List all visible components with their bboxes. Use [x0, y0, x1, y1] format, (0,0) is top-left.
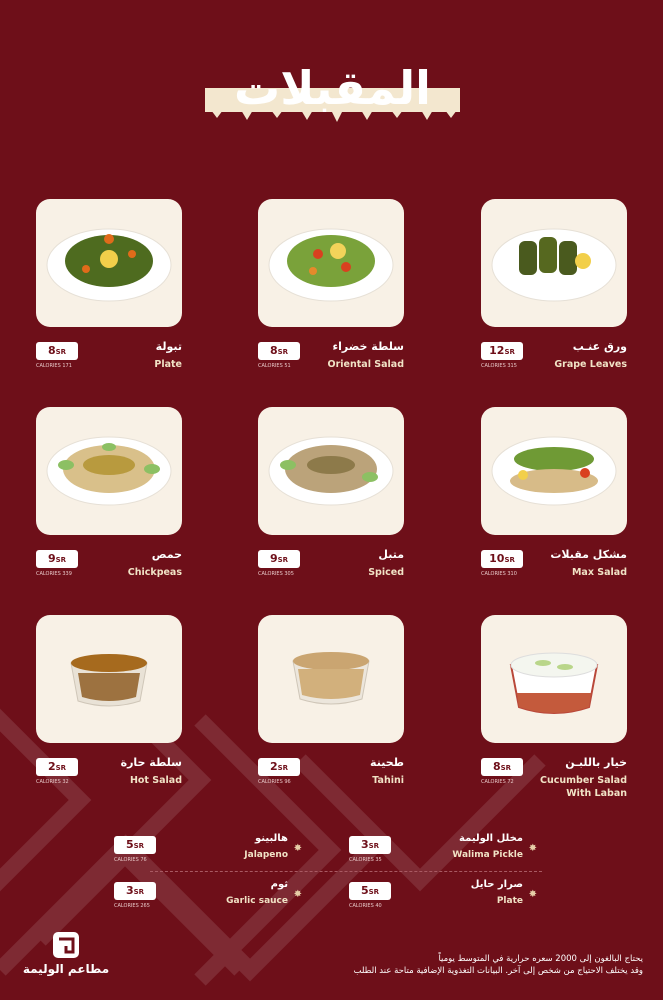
calories-label: CALORIES 315 [481, 363, 517, 369]
dish-photo [481, 199, 627, 327]
calories-label: CALORIES 40 [349, 903, 382, 909]
extra-name-english: Plate [496, 896, 523, 906]
calories-label: CALORIES 32 [36, 779, 69, 785]
dish-name-english: Cucumber Salad With Laban [540, 775, 627, 799]
price-tag: 9SR [258, 550, 300, 568]
page-title-banner: المقبلات [205, 60, 460, 135]
footnote-line-1: يحتاج البالغون إلى 2000 سعره حرارية في ا… [438, 954, 643, 964]
dish-name-english: Max Salad [571, 567, 627, 578]
star-icon: ✸ [293, 889, 302, 900]
dish-photo [36, 199, 182, 327]
calories-label: CALORIES 72 [481, 779, 514, 785]
restaurant-logo: مطاعم الوليمة [21, 930, 111, 980]
extra-name-english: Walima Pickle [452, 850, 523, 860]
star-icon: ✸ [528, 843, 537, 854]
page-title: المقبلات [234, 61, 431, 115]
calories-label: CALORIES 171 [36, 363, 72, 369]
calories-label: CALORIES 96 [258, 779, 291, 785]
calories-label: CALORIES 51 [258, 363, 291, 369]
calories-label: CALORIES 76 [114, 857, 147, 863]
dish-name-arabic: خيار باللبـن [565, 756, 627, 769]
dish-name-english: Oriental Salad [327, 359, 404, 370]
dish-name-arabic: سلطة حارة [120, 756, 182, 769]
dish-name-arabic: متبل [378, 548, 404, 561]
price-tag: 12SR [481, 342, 523, 360]
extra-name-arabic: صرار حايل [470, 879, 523, 890]
dish-photo [36, 615, 182, 743]
price-tag: 2SR [36, 758, 78, 776]
price-tag: 8SR [36, 342, 78, 360]
dish-name-arabic: حمص [151, 548, 182, 561]
dish-photo [481, 407, 627, 535]
price-tag: 8SR [258, 342, 300, 360]
price-tag: 3SR [349, 836, 391, 854]
calories-label: CALORIES 35 [349, 857, 382, 863]
extra-item-walima-pickle[interactable]: 3SR CALORIES 35 مخلل الوليمة Walima Pick… [349, 832, 537, 872]
extra-name-arabic: هالبينو [255, 833, 288, 844]
dish-name-arabic: مشكل مقبلات [550, 548, 627, 561]
dish-name-english: Hot Salad [129, 775, 182, 786]
price-tag: 5SR [349, 882, 391, 900]
dish-name-arabic: ورق عنـب [572, 340, 627, 353]
dish-photo [258, 615, 404, 743]
price-tag: 3SR [114, 882, 156, 900]
dish-name-english: Grape Leaves [554, 359, 627, 370]
price-tag: 9SR [36, 550, 78, 568]
dish-photo [481, 615, 627, 743]
dish-name-english: Spiced [368, 567, 404, 578]
dish-name-arabic: تبولة [155, 340, 182, 353]
dish-name-arabic: سلطة خضراء [332, 340, 404, 353]
star-icon: ✸ [293, 843, 302, 854]
price-tag: 10SR [481, 550, 523, 568]
calories-label: CALORIES 339 [36, 571, 72, 577]
dish-photo [258, 407, 404, 535]
extras-divider [150, 871, 542, 872]
nutrition-footnote: يحتاج البالغون إلى 2000 سعره حرارية في ا… [303, 953, 643, 977]
extra-item-garlic-sauce[interactable]: 3SR CALORIES 265 ثوم Garlic sauce ✸ [114, 878, 302, 918]
price-tag: 5SR [114, 836, 156, 854]
dish-photo [258, 199, 404, 327]
extra-item-sarar-hail[interactable]: 5SR CALORIES 40 صرار حايل Plate ✸ [349, 878, 537, 918]
dish-photo [36, 407, 182, 535]
calories-label: CALORIES 310 [481, 571, 517, 577]
logo-text: مطاعم الوليمة [22, 962, 110, 976]
star-icon: ✸ [528, 889, 537, 900]
calories-label: CALORIES 265 [114, 903, 150, 909]
dish-name-english: Plate [154, 359, 182, 370]
price-tag: 2SR [258, 758, 300, 776]
dish-name-english: Tahini [372, 775, 404, 786]
footnote-line-2: وقد يختلف الاحتياج من شخص إلى آخر. البيا… [353, 966, 643, 976]
extra-name-arabic: ثوم [270, 879, 288, 890]
extra-item-jalapeno[interactable]: 5SR CALORIES 76 هالبينو Jalapeno ✸ [114, 832, 302, 872]
dish-name-english: Chickpeas [127, 567, 182, 578]
calories-label: CALORIES 305 [258, 571, 294, 577]
extra-name-english: Garlic sauce [226, 896, 288, 906]
dish-name-arabic: طحينة [370, 756, 404, 769]
logo-mark-icon [53, 932, 79, 958]
extra-name-arabic: مخلل الوليمة [459, 833, 523, 844]
extra-name-english: Jalapeno [244, 850, 288, 860]
